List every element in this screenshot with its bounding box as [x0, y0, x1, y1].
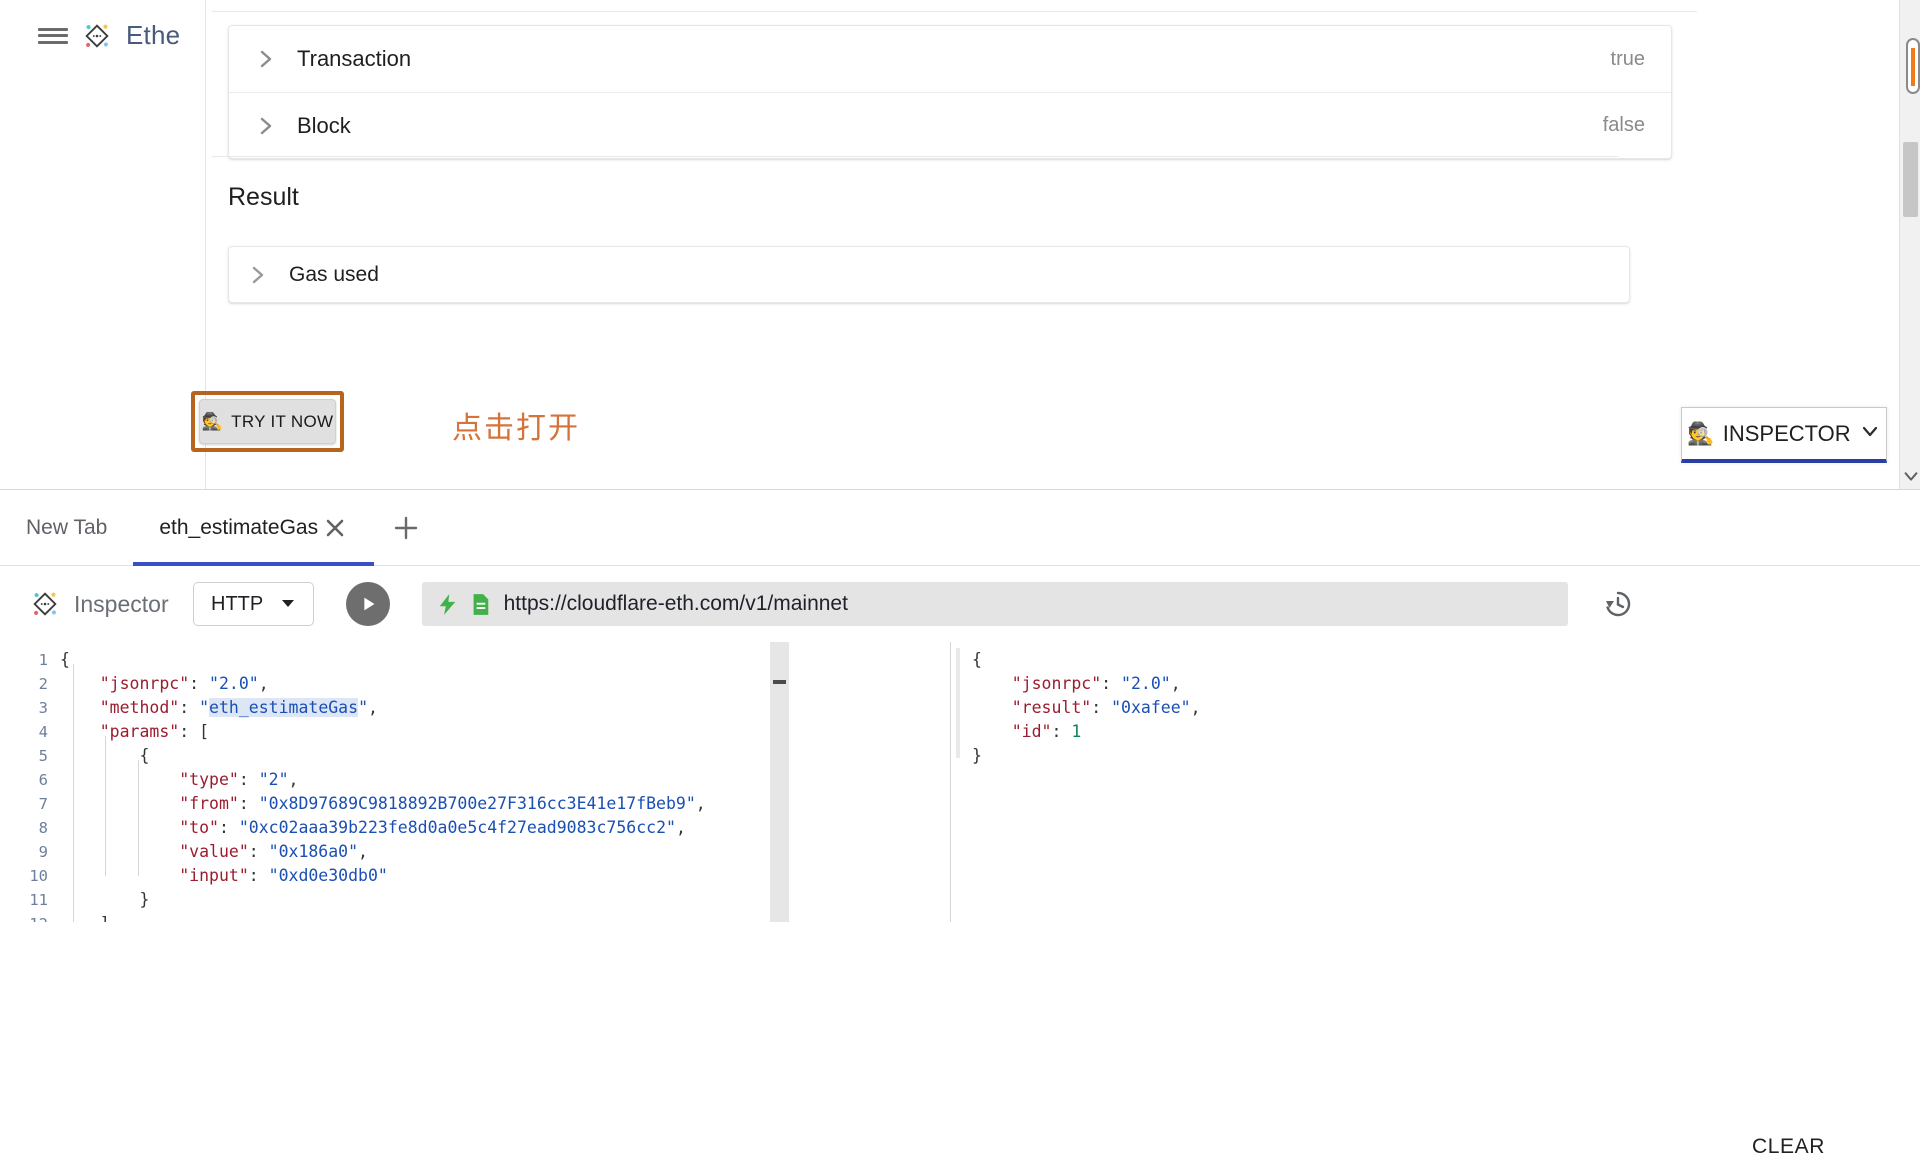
code-line: "id": 1 — [972, 720, 1800, 744]
result-heading: Result — [228, 183, 299, 212]
line-number: 1 — [0, 648, 54, 672]
try-it-now-label: TRY IT NOW — [231, 412, 333, 432]
code-line: "value": "0x186a0", — [60, 840, 950, 864]
history-icon[interactable] — [1598, 584, 1638, 624]
chevron-right-icon — [247, 264, 269, 286]
play-icon — [357, 593, 379, 615]
line-number: 4 — [0, 720, 54, 744]
url-text: https://cloudflare-eth.com/v1/mainnet — [504, 592, 848, 616]
documentation-area: Ethe — [0, 0, 1920, 489]
chevron-right-icon — [255, 115, 277, 137]
line-number: 5 — [0, 744, 54, 768]
detective-icon: 🕵️ — [202, 412, 223, 432]
close-icon[interactable] — [322, 515, 348, 541]
add-tab-button[interactable] — [374, 490, 438, 566]
request-editor-scrollbar[interactable] — [770, 642, 789, 922]
doc-sidebar-header: Ethe — [0, 0, 206, 489]
chevron-down-icon — [281, 593, 295, 616]
url-input[interactable]: https://cloudflare-eth.com/v1/mainnet — [422, 582, 1568, 626]
chevron-down-icon — [1859, 420, 1881, 448]
line-number-gutter: 123456789101112 — [0, 648, 54, 922]
request-editor[interactable]: 123456789101112 { "jsonrpc": "2.0", "met… — [0, 642, 950, 922]
accordion-row-block[interactable]: Block false — [229, 92, 1671, 158]
response-editor[interactable]: { "jsonrpc": "2.0", "result": "0xafee", … — [950, 642, 1800, 922]
request-scrollbar-thumb[interactable] — [773, 680, 786, 684]
tab-new-tab[interactable]: New Tab — [0, 490, 133, 566]
code-line: { — [60, 744, 950, 768]
ethereum-logo-icon — [30, 589, 60, 619]
code-line: "type": "2", — [60, 768, 950, 792]
line-number: 9 — [0, 840, 54, 864]
code-line: "from": "0x8D97689C9818892B700e27F316cc3… — [60, 792, 950, 816]
divider — [950, 642, 951, 922]
protocol-select[interactable]: HTTP — [193, 582, 314, 626]
protocol-value: HTTP — [211, 593, 263, 616]
accordion-row-gas-used[interactable]: Gas used — [229, 247, 1629, 302]
accordion-value: true — [1611, 48, 1645, 71]
line-number: 6 — [0, 768, 54, 792]
tab-label: New Tab — [26, 516, 107, 540]
doc-scrollbar-thumb[interactable] — [1903, 142, 1918, 217]
ethereum-logo-icon — [82, 21, 112, 51]
editor-area: 123456789101112 { "jsonrpc": "2.0", "met… — [0, 642, 1920, 922]
code-line: "jsonrpc": "2.0", — [60, 672, 950, 696]
code-line: "params": [ — [60, 720, 950, 744]
inspector-tab-strip: New Tab eth_estimateGas — [0, 490, 1920, 566]
code-line: "input": "0xd0e30db0" — [60, 864, 950, 888]
code-line: } — [972, 744, 1800, 768]
plus-icon — [393, 515, 419, 541]
inspector-toggle-button[interactable]: 🕵️ INSPECTOR — [1681, 407, 1887, 463]
request-json-body[interactable]: { "jsonrpc": "2.0", "method": "eth_estim… — [60, 648, 950, 922]
parameters-accordion: Transaction true Block false — [228, 25, 1672, 159]
response-json-body: { "jsonrpc": "2.0", "result": "0xafee", … — [972, 648, 1800, 768]
code-line: "jsonrpc": "2.0", — [972, 672, 1800, 696]
annotation-click-to-open: 点击打开 — [452, 403, 580, 447]
code-line: "result": "0xafee", — [972, 696, 1800, 720]
code-line: } — [60, 888, 950, 912]
hamburger-menu-icon[interactable] — [38, 25, 68, 47]
indent-guide — [105, 736, 106, 876]
indent-guide — [138, 760, 139, 876]
accordion-value: false — [1603, 114, 1645, 137]
inspector-title: Inspector — [74, 591, 169, 618]
result-accordion: Gas used — [228, 246, 1630, 303]
code-line: "to": "0xc02aaa39b223fe8d0a0e5c4f27ead90… — [60, 816, 950, 840]
accordion-label: Transaction — [297, 46, 411, 72]
chevron-right-icon — [255, 48, 277, 70]
clear-button[interactable]: CLEAR — [1752, 1135, 1825, 1159]
line-number: 10 — [0, 864, 54, 888]
detective-icon: 🕵️ — [1687, 421, 1714, 447]
browser-scrollbar-marker[interactable] — [1906, 38, 1920, 94]
lightning-icon — [438, 593, 457, 616]
accordion-label: Gas used — [289, 263, 379, 287]
code-line: { — [972, 648, 1800, 672]
indent-guide — [73, 664, 74, 922]
scroll-down-chevron-icon[interactable] — [1900, 465, 1920, 487]
line-number: 3 — [0, 696, 54, 720]
line-number: 2 — [0, 672, 54, 696]
document-icon — [471, 593, 490, 616]
accordion-label: Block — [297, 113, 351, 139]
brand-row: Ethe — [38, 20, 194, 51]
divider — [212, 11, 1697, 12]
code-fold-bar — [956, 648, 960, 758]
line-number: 8 — [0, 816, 54, 840]
tab-label: eth_estimateGas — [159, 516, 318, 540]
code-line: { — [60, 648, 950, 672]
inspector-fab-label: INSPECTOR — [1723, 421, 1851, 447]
brand-name[interactable]: Ethe — [126, 20, 194, 51]
line-number: 11 — [0, 888, 54, 912]
divider — [212, 156, 1618, 157]
send-request-button[interactable] — [346, 582, 390, 626]
inspector-toolbar: Inspector HTTP https://cl — [0, 566, 1920, 642]
tab-eth-estimategas[interactable]: eth_estimateGas — [133, 490, 374, 566]
accordion-row-transaction[interactable]: Transaction true — [229, 26, 1671, 92]
inspector-brand: Inspector — [30, 589, 169, 619]
line-number: 7 — [0, 792, 54, 816]
try-it-now-button[interactable]: 🕵️ TRY IT NOW — [199, 399, 336, 444]
code-line: "method": "eth_estimateGas", — [60, 696, 950, 720]
inspector-panel: New Tab eth_estimateGas — [0, 489, 1920, 921]
